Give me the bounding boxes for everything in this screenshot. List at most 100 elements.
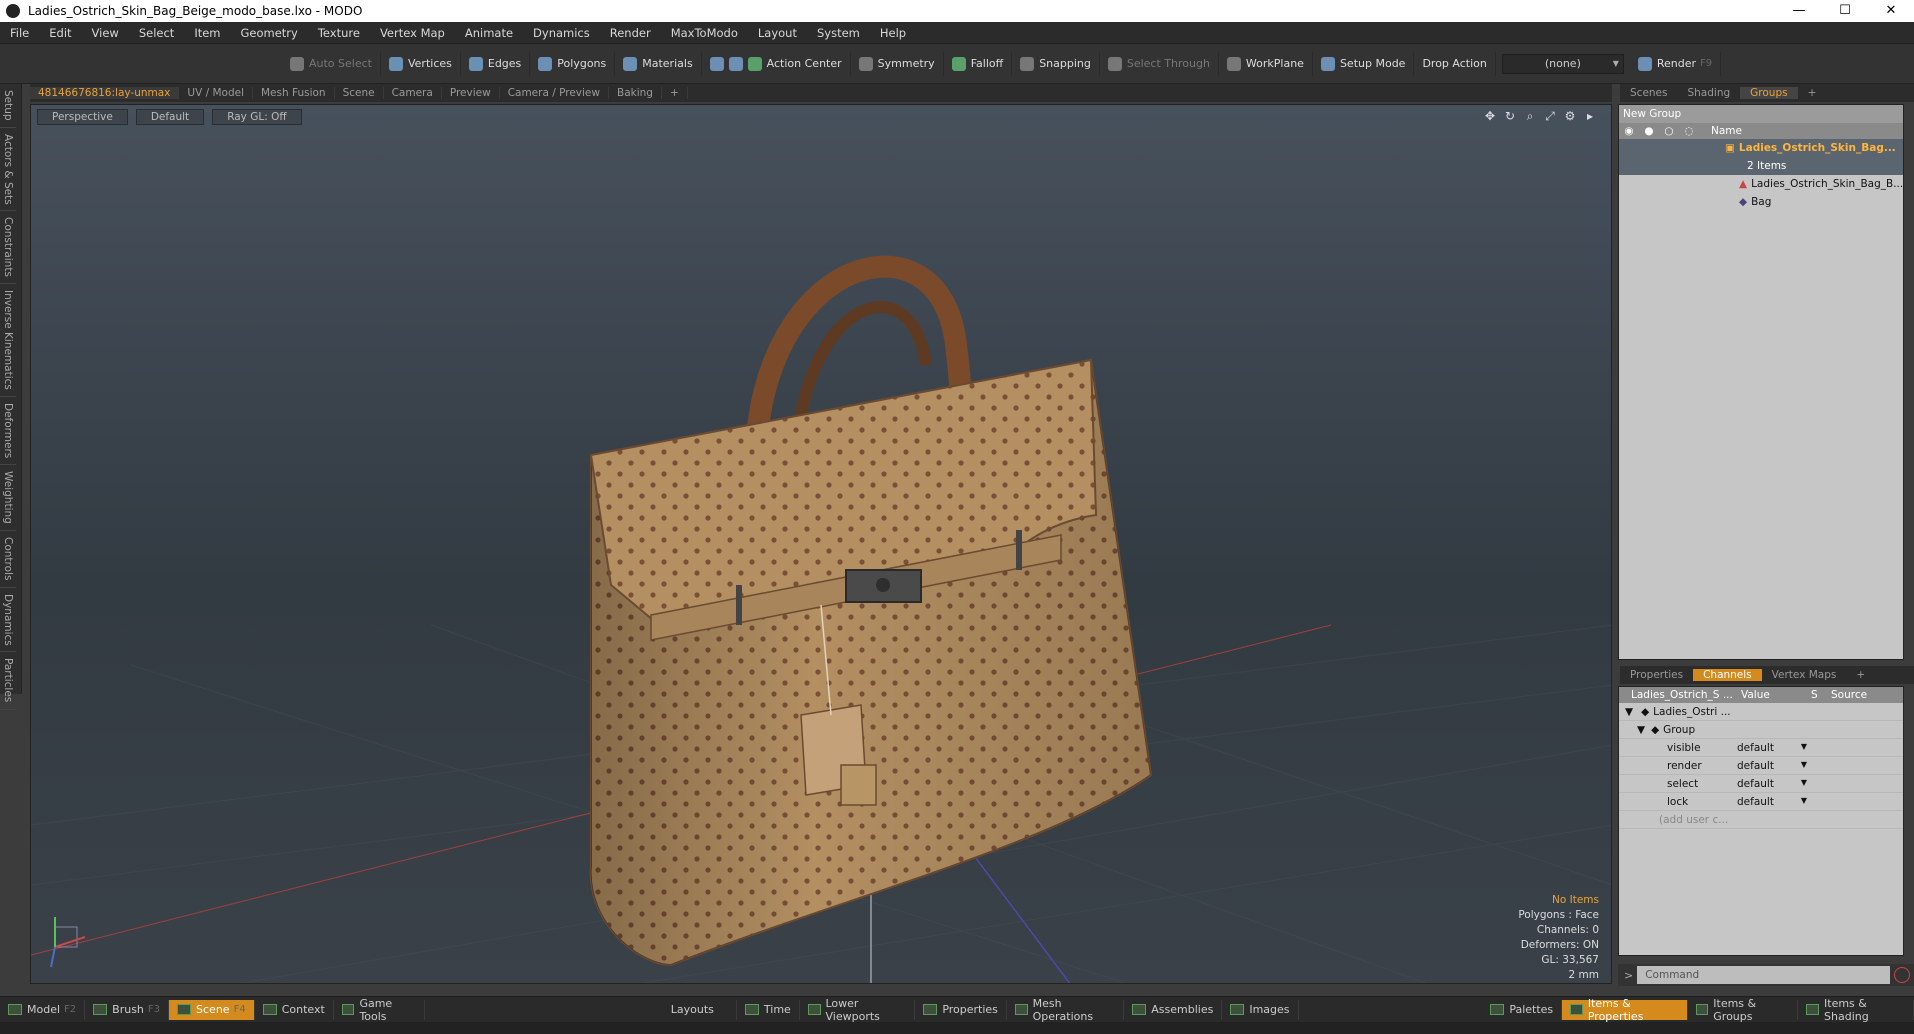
scene-layout-button[interactable]: Scene F4 [169, 999, 255, 1020]
menu-vertex-map[interactable]: Vertex Map [370, 26, 455, 40]
tab-inverse-kinematics[interactable]: Inverse Kinematics [0, 284, 16, 398]
setup-mode-button[interactable]: Setup Mode [1313, 51, 1415, 76]
add-channel-tab-button[interactable]: + [1846, 669, 1875, 681]
workplane-button[interactable]: WorkPlane [1219, 51, 1313, 76]
tab-preview[interactable]: Preview [442, 87, 500, 99]
polygons-button[interactable]: Polygons [530, 51, 616, 76]
falloff-button[interactable]: Falloff [944, 51, 1013, 76]
tab-camera-preview[interactable]: Camera / Preview [500, 87, 609, 99]
vertices-button[interactable]: Vertices [381, 51, 461, 76]
tab-setup[interactable]: Setup [0, 84, 16, 128]
channel-root-row[interactable]: ▼ ◆ Ladies_Ostri ... [1619, 703, 1903, 721]
action-center-button[interactable]: Action Center [702, 51, 851, 76]
select-col-icon[interactable]: ◌ [1679, 125, 1699, 137]
menu-animate[interactable]: Animate [455, 26, 523, 40]
group-row-bag[interactable]: ◆ Bag [1619, 193, 1903, 211]
auto-select-button[interactable]: Auto Select [282, 51, 381, 76]
snapping-button[interactable]: Snapping [1012, 51, 1100, 76]
channel-name-header[interactable]: Ladies_Ostrich_S ... [1619, 689, 1737, 701]
assemblies-button[interactable]: Assemblies [1124, 999, 1223, 1020]
palettes-button[interactable]: Palettes [1482, 999, 1563, 1020]
edges-button[interactable]: Edges [461, 51, 531, 76]
visibility-col-icon[interactable]: ◉ [1619, 125, 1639, 137]
channel-value-dropdown[interactable]: default [1737, 796, 1811, 808]
group-row-mesh[interactable]: ▲ Ladies_Ostrich_Skin_Bag_B... [1619, 175, 1903, 193]
images-button[interactable]: Images [1222, 999, 1299, 1020]
tab-properties[interactable]: Properties [1620, 669, 1693, 681]
tab-scene[interactable]: Scene [335, 87, 384, 99]
menu-select[interactable]: Select [129, 26, 184, 40]
items-properties-button[interactable]: Items & Properties [1562, 997, 1688, 1023]
name-column-header[interactable]: Name [1699, 125, 1742, 137]
tab-channels[interactable]: Channels [1693, 669, 1762, 681]
menu-edit[interactable]: Edit [39, 26, 81, 40]
add-user-channel-row[interactable]: (add user c... [1619, 811, 1903, 829]
maximize-icon[interactable]: ☐ [1822, 0, 1868, 22]
lower-viewports-button[interactable]: Lower Viewports [800, 997, 916, 1023]
command-input[interactable]: Command [1637, 966, 1890, 984]
menu-system[interactable]: System [807, 26, 870, 40]
menu-maxtomodo[interactable]: MaxToModo [661, 26, 748, 40]
tab-baking[interactable]: Baking [609, 87, 662, 99]
tab-shading[interactable]: Shading [1677, 87, 1740, 99]
record-icon[interactable] [1894, 967, 1910, 983]
collapse-icon[interactable]: ▼ [1619, 706, 1633, 718]
channel-row[interactable]: select default [1619, 775, 1903, 793]
3d-viewport[interactable]: Perspective Default Ray GL: Off ✥ ↻ ⌕ ⤢ … [30, 104, 1612, 984]
tab-uv-model[interactable]: UV / Model [179, 87, 253, 99]
channel-value-dropdown[interactable]: default [1737, 760, 1811, 772]
items-shading-button[interactable]: Items & Shading [1798, 997, 1914, 1023]
add-tab-button[interactable]: + [662, 87, 688, 99]
tab-constraints[interactable]: Constraints [0, 211, 16, 285]
render-button[interactable]: Render F9 [1630, 51, 1722, 76]
tab-particles[interactable]: Particles [0, 652, 16, 710]
tab-lay-unmax[interactable]: 48146676816:lay-unmax [30, 87, 180, 99]
channel-row[interactable]: visible default [1619, 739, 1903, 757]
model-layout-button[interactable]: Model F2 [0, 999, 86, 1020]
menu-geometry[interactable]: Geometry [231, 26, 308, 40]
select-through-button[interactable]: Select Through [1100, 51, 1219, 76]
context-layout-button[interactable]: Context [255, 999, 334, 1020]
channel-value-dropdown[interactable]: default [1737, 742, 1811, 754]
close-icon[interactable]: ✕ [1868, 0, 1914, 22]
time-button[interactable]: Time [737, 999, 800, 1020]
tab-dynamics[interactable]: Dynamics [0, 588, 16, 653]
channel-source-header[interactable]: Source [1827, 689, 1867, 701]
tab-deformers[interactable]: Deformers [0, 397, 16, 466]
menu-layout[interactable]: Layout [748, 26, 807, 40]
menu-dynamics[interactable]: Dynamics [523, 26, 600, 40]
render-col-icon[interactable]: ● [1639, 125, 1659, 137]
channel-row[interactable]: render default [1619, 757, 1903, 775]
tab-actors-sets[interactable]: Actors & Sets [0, 128, 16, 212]
group-row-root[interactable]: ▣ Ladies_Ostrich_Skin_Bag... [1619, 139, 1903, 157]
properties-button[interactable]: Properties [915, 999, 1007, 1020]
new-group-button[interactable]: New Group [1619, 105, 1903, 123]
mesh-operations-button[interactable]: Mesh Operations [1007, 997, 1125, 1023]
menu-help[interactable]: Help [870, 26, 916, 40]
minimize-icon[interactable]: — [1776, 0, 1822, 22]
channel-group-row[interactable]: ▼ ◆ Group [1619, 721, 1903, 739]
symmetry-button[interactable]: Symmetry [851, 51, 944, 76]
channel-s-header[interactable]: S [1811, 689, 1827, 701]
tab-weighting[interactable]: Weighting [0, 465, 16, 532]
lock-col-icon[interactable]: ○ [1659, 125, 1679, 137]
tab-groups[interactable]: Groups [1740, 87, 1798, 99]
collapse-icon[interactable]: ▼ [1619, 724, 1645, 736]
add-right-tab-button[interactable]: + [1798, 87, 1827, 99]
menu-view[interactable]: View [82, 26, 129, 40]
tab-controls[interactable]: Controls [0, 531, 16, 588]
tab-vertex-maps[interactable]: Vertex Maps [1762, 669, 1847, 681]
materials-button[interactable]: Materials [615, 51, 702, 76]
tab-scenes[interactable]: Scenes [1620, 87, 1677, 99]
menu-texture[interactable]: Texture [308, 26, 370, 40]
game-tools-layout-button[interactable]: Game Tools [334, 997, 425, 1023]
items-groups-button[interactable]: Items & Groups [1688, 997, 1799, 1023]
tab-camera[interactable]: Camera [384, 87, 442, 99]
menu-file[interactable]: File [0, 26, 39, 40]
menu-item[interactable]: Item [184, 26, 230, 40]
channel-value-header[interactable]: Value [1737, 689, 1811, 701]
layouts-button[interactable]: Layouts [649, 999, 737, 1020]
tab-mesh-fusion[interactable]: Mesh Fusion [253, 87, 335, 99]
channel-value-dropdown[interactable]: default [1737, 778, 1811, 790]
drop-action-select[interactable]: (none) [1501, 53, 1624, 74]
